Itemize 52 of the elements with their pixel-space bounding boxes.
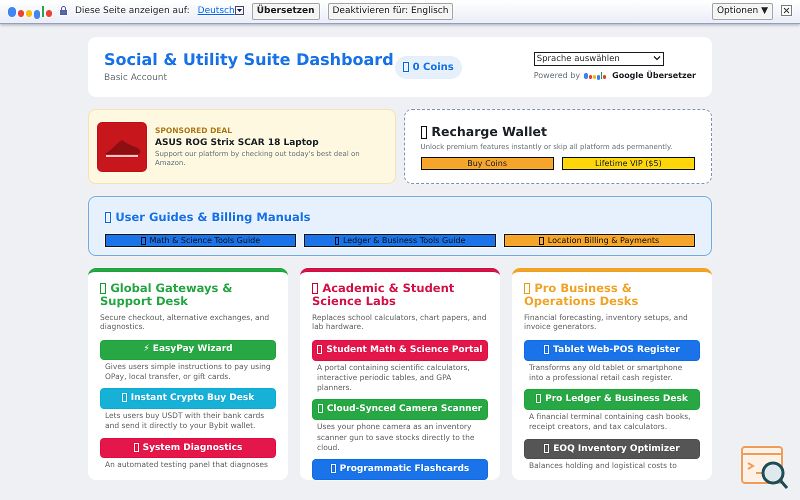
missing-glyph-icon [330, 464, 336, 473]
missing-glyph-icon [141, 237, 146, 246]
account-type: Basic Account [104, 72, 168, 86]
powered-by-label: Powered by [534, 70, 580, 82]
google-logo-icon [584, 70, 608, 82]
vip-button[interactable]: Lifetime VIP ($5) [562, 156, 695, 170]
shoe-photo-placeholder [97, 122, 147, 172]
wallet-title: Recharge Wallet [420, 123, 695, 142]
missing-glyph-icon [105, 212, 112, 223]
buy-coins-button[interactable]: Buy Coins [420, 156, 554, 170]
missing-glyph-icon [544, 444, 550, 452]
missing-glyph-icon [544, 345, 550, 354]
tool-button[interactable]: System Diagnostics [100, 438, 276, 458]
missing-glyph-icon [403, 62, 409, 72]
section-title: Pro Business & Operations Desks [524, 282, 640, 308]
tool-button[interactable]: Cloud-Synced Camera Scanner [312, 399, 488, 420]
language-dropdown[interactable]: Deutsch [198, 4, 244, 18]
missing-glyph-icon [134, 442, 139, 452]
close-icon[interactable] [781, 4, 792, 18]
product-title: ASUS ROG Strix SCAR 18 Laptop [155, 136, 320, 150]
search-window-icon[interactable] [740, 445, 790, 490]
translate-label: Diese Seite anzeigen auf: [75, 4, 190, 18]
coin-balance: 0 Coins [395, 56, 462, 78]
missing-glyph-icon [318, 404, 323, 414]
guide-button[interactable]: Location Billing & Payments [504, 234, 695, 248]
tool-button[interactable]: EOQ Inventory Optimizer [524, 438, 700, 460]
missing-glyph-icon [420, 126, 428, 139]
translate-button[interactable]: Übersetzen [252, 2, 320, 20]
section-title: Academic & Student Science Labs [312, 282, 456, 308]
section-title: Global Gateways & Support Desk [100, 282, 234, 308]
tool-button[interactable]: ⚡ EasyPay Wizard [100, 340, 276, 360]
options-button[interactable]: Optionen ▼ [712, 2, 773, 20]
dashboard-title: Social & Utility Suite Dashboard [104, 49, 395, 72]
missing-glyph-icon [122, 393, 127, 402]
tool-button[interactable]: Instant Crypto Buy Desk [100, 388, 276, 410]
guides-title: User Guides & Billing Manuals [105, 209, 695, 226]
missing-glyph-icon [312, 282, 318, 294]
missing-glyph-icon [524, 282, 530, 294]
missing-glyph-icon [100, 282, 106, 294]
disable-translation-button[interactable]: Deaktivieren für: Englisch [328, 2, 454, 20]
translator-name: Google Übersetzer [612, 70, 696, 82]
missing-glyph-icon [536, 394, 542, 404]
tool-button[interactable]: Pro Ledger & Business Desk [524, 389, 700, 410]
language-select[interactable]: Sprache auswählen [534, 52, 664, 66]
missing-glyph-icon [317, 345, 322, 354]
tool-button[interactable]: Programmatic Flashcards [312, 458, 488, 480]
guide-button[interactable]: Ledger & Business Tools Guide [304, 234, 496, 248]
missing-glyph-icon [539, 237, 544, 246]
tool-button[interactable]: Student Math & Science Portal [312, 340, 488, 362]
missing-glyph-icon [334, 237, 339, 246]
guide-button[interactable]: Math & Science Tools Guide [105, 234, 296, 248]
tool-button[interactable]: Tablet Web-POS Register [524, 340, 700, 362]
